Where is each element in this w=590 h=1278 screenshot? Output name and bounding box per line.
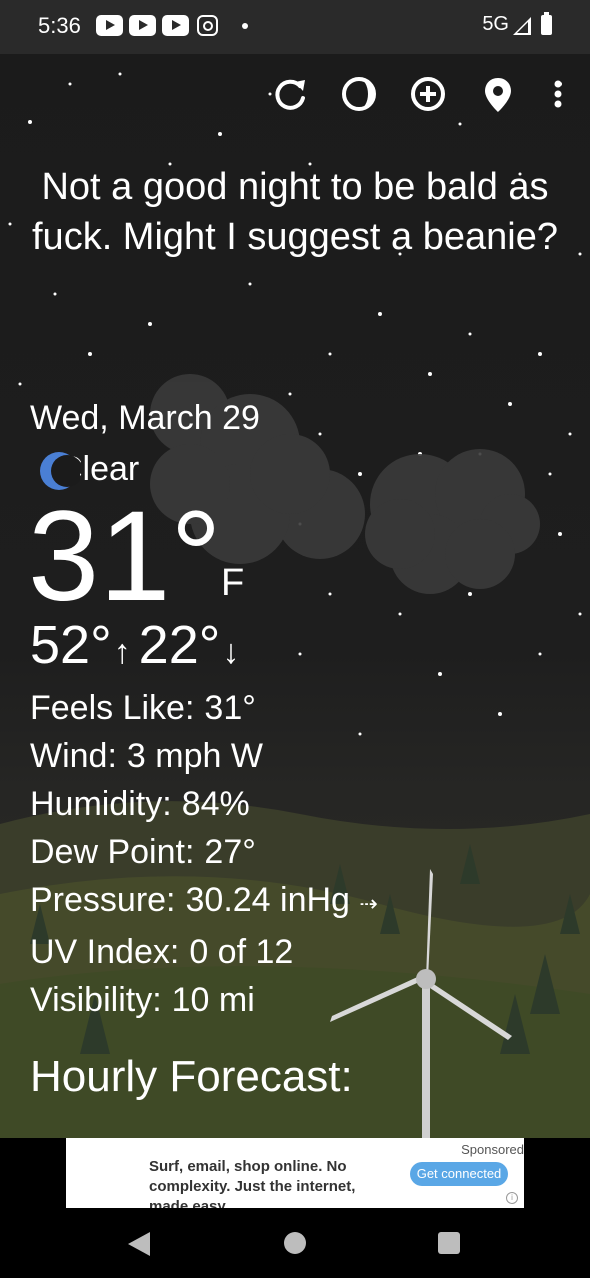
theme-icon — [342, 77, 376, 111]
refresh-button[interactable] — [270, 74, 310, 114]
detail-humidity: Humidity: 84% — [30, 785, 250, 823]
condition: Clear — [38, 450, 139, 490]
youtube-icon — [129, 15, 156, 36]
ad-cta-button[interactable]: Get connected — [410, 1162, 508, 1186]
dot-icon — [242, 22, 248, 29]
recents-button[interactable] — [438, 1232, 460, 1254]
hourly-forecast-title: Hourly Forecast: — [30, 1052, 353, 1101]
weather-details: Feels Like: 31° Wind: 3 mph W Humidity: 84%… — [30, 684, 378, 1024]
current-temperature: 31° — [28, 485, 222, 628]
more-options-button[interactable] — [540, 74, 580, 114]
detail-visibility: Visibility: 10 mi — [30, 981, 255, 1019]
weather-headline: Not a good night to be bald as fuck. Mig… — [32, 166, 558, 258]
network-type: 5G — [482, 13, 509, 35]
detail-wind: Wind: 3 mph W — [30, 737, 263, 775]
high-temp: 52° — [30, 615, 112, 675]
detail-dew-point: Dew Point: 27° — [30, 833, 256, 871]
detail-pressure: Pressure: 30.24 inHg ⇢ — [30, 881, 378, 919]
more-vert-icon — [554, 80, 562, 108]
back-button[interactable] — [128, 1232, 150, 1256]
detail-feels-like: Feels Like: 31° — [30, 689, 256, 727]
weather-scene: Not a good night to be bald as fuck. Mig… — [0, 54, 590, 1138]
youtube-icon — [162, 15, 189, 36]
battery-icon — [541, 11, 552, 35]
theme-button[interactable] — [339, 74, 379, 114]
low-temp: 22° — [138, 615, 221, 675]
pressure-trend-icon: ⇢ — [359, 891, 378, 916]
arrow-down-icon: ↓ — [222, 633, 240, 671]
add-location-button[interactable] — [408, 74, 448, 114]
location-pin-icon — [485, 78, 511, 112]
youtube-icon — [96, 15, 123, 36]
ad-sponsored-label: Sponsored — [461, 1142, 524, 1157]
instagram-icon — [197, 15, 218, 36]
add-location-icon — [411, 77, 445, 111]
detail-uv-index: UV Index: 0 of 12 — [30, 933, 294, 971]
status-bar: 5:36 5G — [0, 0, 590, 54]
high-low-temps: 52° ↑ 22° ↓ — [30, 614, 247, 676]
signal-icon — [513, 16, 531, 35]
toolbar — [0, 74, 590, 114]
ad-info-icon[interactable]: i — [506, 1192, 518, 1204]
refresh-icon — [275, 79, 305, 110]
navigation-bar — [0, 1208, 590, 1278]
notification-icons — [96, 15, 248, 36]
system-icons: 5G — [482, 11, 552, 36]
home-button[interactable] — [284, 1232, 306, 1254]
ad-text: Surf, email, shop online. No complexity.… — [149, 1158, 356, 1208]
ad-banner[interactable]: Sponsored Surf, email, shop online. No c… — [66, 1138, 524, 1208]
temperature-unit: F — [221, 562, 245, 604]
arrow-up-icon: ↑ — [113, 633, 131, 671]
current-date: Wed, March 29 — [30, 399, 260, 437]
status-time: 5:36 — [38, 13, 81, 38]
location-button[interactable] — [478, 74, 518, 114]
